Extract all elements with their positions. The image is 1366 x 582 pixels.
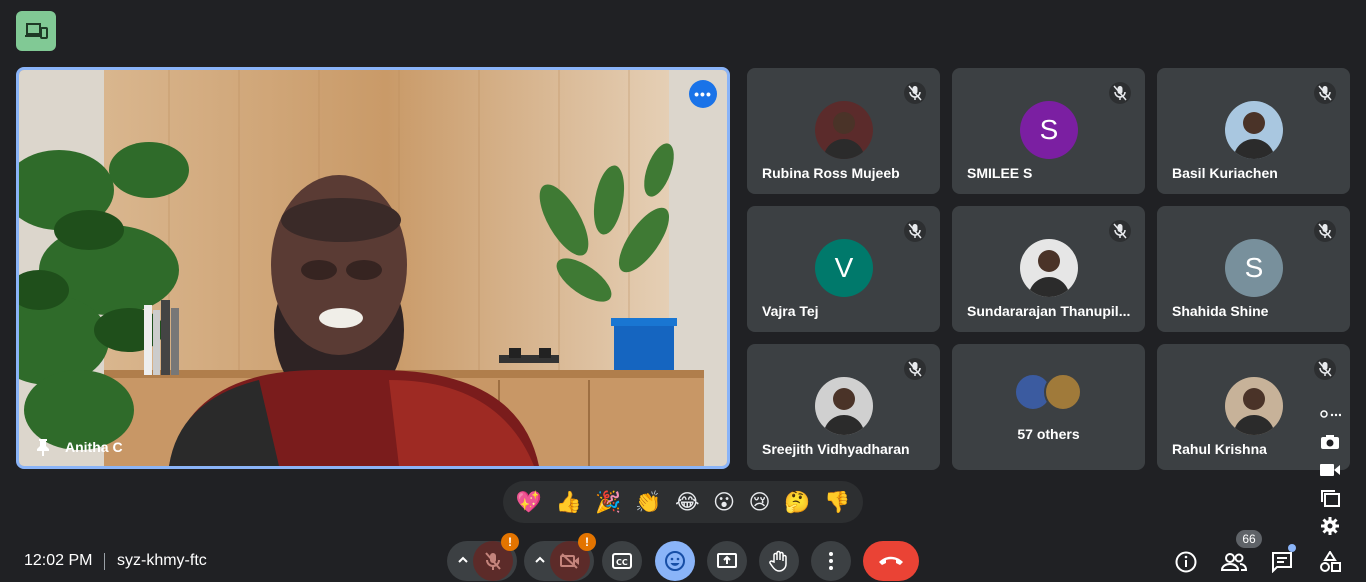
devices-icon	[25, 23, 48, 39]
camera-off-icon	[560, 553, 579, 569]
participant-name: Sundararajan Thanupil...	[967, 303, 1131, 319]
mic-muted-icon	[1314, 220, 1336, 242]
mic-muted-icon	[904, 358, 926, 380]
reaction-surprised[interactable]: 😮	[713, 492, 735, 513]
avatar: V	[815, 239, 873, 297]
avatar	[815, 101, 873, 159]
present-screen-button[interactable]	[707, 541, 747, 581]
record-video-icon[interactable]	[1320, 460, 1340, 480]
participant-name: SMILEE S	[967, 165, 1033, 181]
settings-gear-icon[interactable]	[1320, 516, 1340, 536]
more-options-button[interactable]	[811, 541, 851, 581]
avatar	[1020, 239, 1078, 297]
participant-name: Vajra Tej	[762, 303, 819, 319]
svg-text:CC: CC	[616, 558, 628, 567]
mic-off-icon	[485, 552, 501, 570]
avatar-initial: S	[1039, 114, 1059, 145]
chat-button[interactable]	[1269, 549, 1295, 575]
pin-extension-icon[interactable]	[1319, 404, 1341, 424]
companion-mode-button[interactable]	[16, 11, 56, 51]
tile-more-options-button[interactable]: •••	[689, 80, 717, 108]
avatar-initial: S	[1244, 252, 1264, 283]
mic-muted-icon	[904, 220, 926, 242]
reaction-clapping[interactable]: 👏	[635, 492, 661, 513]
people-button[interactable]	[1221, 549, 1247, 575]
chat-icon	[1272, 552, 1292, 573]
participant-tile-rubina-ross-mujeeb[interactable]: Rubina Ross Mujeeb	[747, 68, 940, 194]
meeting-details-button[interactable]	[1173, 549, 1199, 575]
end-call-icon	[879, 556, 903, 565]
people-count-badge: 66	[1236, 530, 1262, 548]
participant-tile-vajra-tej[interactable]: V Vajra Tej	[747, 206, 940, 332]
people-icon	[1221, 553, 1247, 571]
pinned-name-label: Anitha C	[35, 438, 123, 456]
mic-muted-icon	[1314, 358, 1336, 380]
activities-shapes-icon	[1320, 551, 1341, 572]
reaction-laughing[interactable]: 😂	[675, 492, 700, 513]
closed-captions-icon: CC	[612, 553, 632, 569]
leave-call-button[interactable]	[863, 541, 919, 581]
mic-toggle-button[interactable]: !	[473, 533, 519, 581]
mic-muted-icon	[1314, 82, 1336, 104]
participant-name: Rahul Krishna	[1172, 441, 1267, 457]
hand-icon	[769, 550, 787, 572]
reaction-sparkling-heart[interactable]: 💖	[516, 492, 542, 513]
send-reaction-button[interactable]	[655, 541, 695, 581]
mic-muted-icon	[904, 82, 926, 104]
captions-button[interactable]: CC	[602, 541, 642, 581]
reaction-sad[interactable]: 😢	[749, 492, 771, 513]
chevron-up-icon[interactable]	[534, 553, 546, 567]
participant-tile-others[interactable]: 57 others	[952, 344, 1145, 470]
avatar	[1225, 377, 1283, 435]
participant-tile-basil-kuriachen[interactable]: Basil Kuriachen	[1157, 68, 1350, 194]
participant-tile-sundararajan-thanupillai[interactable]: Sundararajan Thanupil...	[952, 206, 1145, 332]
camera-control-group: !	[524, 533, 596, 581]
reaction-thinking[interactable]: 🤔	[784, 492, 810, 513]
reaction-thumbs-down[interactable]: 👎	[824, 492, 850, 513]
chevron-up-icon[interactable]	[457, 553, 469, 567]
mic-muted-icon	[1109, 220, 1131, 242]
more-vertical-icon	[829, 552, 833, 570]
mic-warning-badge: !	[501, 533, 519, 551]
floating-tools	[1318, 404, 1342, 536]
participant-name: Basil Kuriachen	[1172, 165, 1278, 181]
smiley-icon	[665, 551, 685, 571]
mic-control-group: !	[447, 533, 519, 581]
camera-snapshot-icon[interactable]	[1320, 432, 1340, 452]
camera-toggle-button[interactable]: !	[550, 533, 596, 581]
avatar	[815, 377, 873, 435]
avatar-initial: V	[834, 252, 854, 283]
participant-tile-shahida-shine[interactable]: S Shahida Shine	[1157, 206, 1350, 332]
info-icon	[1175, 551, 1197, 573]
raise-hand-button[interactable]	[759, 541, 799, 581]
participant-name: Shahida Shine	[1172, 303, 1269, 319]
camera-warning-badge: !	[578, 533, 596, 551]
activities-button[interactable]	[1317, 549, 1343, 575]
reaction-thumbs-up[interactable]: 👍	[556, 492, 582, 513]
participant-tile-smilee-s[interactable]: S SMILEE S	[952, 68, 1145, 194]
copy-layers-icon[interactable]	[1320, 488, 1340, 508]
participant-video	[19, 70, 727, 466]
current-time: 12:02 PM	[24, 552, 93, 569]
participant-name: Sreejith Vidhyadharan	[762, 441, 910, 457]
present-icon	[717, 553, 737, 568]
avatar: S	[1225, 239, 1283, 297]
avatar	[1225, 101, 1283, 159]
participant-name: Rubina Ross Mujeeb	[762, 165, 900, 181]
others-count-label: 57 others	[1017, 426, 1080, 442]
avatar: S	[1020, 101, 1078, 159]
participant-tile-sreejith-vidhyadharan[interactable]: Sreejith Vidhyadharan	[747, 344, 940, 470]
others-avatar-2	[1044, 373, 1082, 411]
meeting-code: syz-khmy-ftc	[117, 552, 207, 569]
reactions-bar: 💖 👍 🎉 👏 😂 😮 😢 🤔 👎	[503, 481, 863, 523]
reaction-party-popper[interactable]: 🎉	[595, 492, 621, 513]
pinned-participant-tile[interactable]: ••• Anitha C	[16, 67, 730, 469]
unread-chat-dot	[1288, 544, 1296, 552]
mic-muted-icon	[1109, 82, 1131, 104]
divider	[104, 553, 105, 570]
pin-icon	[37, 439, 49, 456]
pinned-participant-name: Anitha C	[65, 439, 123, 455]
